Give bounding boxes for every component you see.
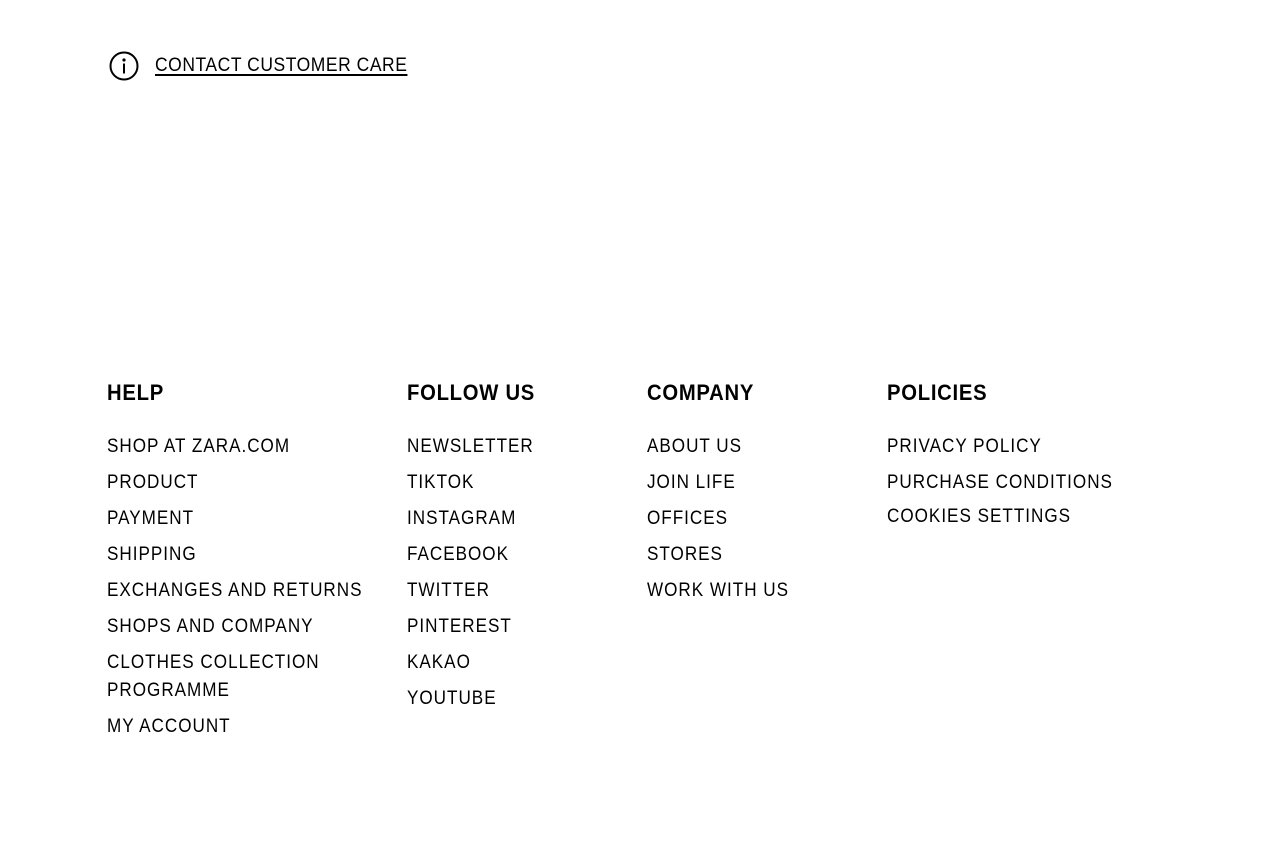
footer-link-kakao[interactable]: KAKAO bbox=[407, 649, 534, 677]
footer-heading-follow-us: FOLLOW US bbox=[407, 380, 536, 405]
footer-link-instagram[interactable]: INSTAGRAM bbox=[407, 505, 534, 533]
footer-column-policies: POLICIES PRIVACY POLICY PURCHASE CONDITI… bbox=[887, 378, 1138, 539]
footer-list-policies: PRIVACY POLICY PURCHASE CONDITIONS COOKI… bbox=[887, 433, 1138, 531]
footer-link-product[interactable]: PRODUCT bbox=[107, 469, 362, 497]
footer-link-twitter[interactable]: TWITTER bbox=[407, 577, 534, 605]
footer-heading-policies: POLICIES bbox=[887, 380, 988, 405]
contact-customer-care-label[interactable]: CONTACT CUSTOMER CARE bbox=[155, 55, 407, 77]
footer-link-clothes-collection-programme[interactable]: CLOTHES COLLECTION PROGRAMME bbox=[107, 649, 359, 705]
footer-link-payment[interactable]: PAYMENT bbox=[107, 505, 362, 533]
footer-link-shops-and-company[interactable]: SHOPS AND COMPANY bbox=[107, 613, 362, 641]
footer-column-help: HELP SHOP AT ZARA.COM PRODUCT PAYMENT SH… bbox=[107, 378, 391, 749]
footer-link-purchase-conditions[interactable]: PURCHASE CONDITIONS bbox=[887, 469, 1113, 497]
footer-link-tiktok[interactable]: TIKTOK bbox=[407, 469, 534, 497]
contact-customer-care-link[interactable]: CONTACT CUSTOMER CARE bbox=[109, 51, 429, 81]
footer-link-youtube[interactable]: YOUTUBE bbox=[407, 685, 534, 713]
footer-link-about-us[interactable]: ABOUT US bbox=[647, 433, 789, 461]
footer-link-privacy-policy[interactable]: PRIVACY POLICY bbox=[887, 433, 1113, 461]
footer-heading-company: COMPANY bbox=[647, 380, 755, 405]
info-icon bbox=[109, 51, 139, 81]
footer-list-company: ABOUT US JOIN LIFE OFFICES STORES WORK W… bbox=[647, 433, 805, 605]
footer-link-my-account[interactable]: MY ACCOUNT bbox=[107, 713, 362, 741]
footer-link-newsletter[interactable]: NEWSLETTER bbox=[407, 433, 534, 461]
footer-column-follow-us: FOLLOW US NEWSLETTER TIKTOK INSTAGRAM FA… bbox=[407, 378, 548, 721]
footer-link-pinterest[interactable]: PINTEREST bbox=[407, 613, 534, 641]
footer-link-facebook[interactable]: FACEBOOK bbox=[407, 541, 534, 569]
footer-link-stores[interactable]: STORES bbox=[647, 541, 789, 569]
footer-link-cookies-settings[interactable]: COOKIES SETTINGS bbox=[887, 503, 1113, 531]
footer-list-follow-us: NEWSLETTER TIKTOK INSTAGRAM FACEBOOK TWI… bbox=[407, 433, 548, 713]
footer-list-help: SHOP AT ZARA.COM PRODUCT PAYMENT SHIPPIN… bbox=[107, 433, 391, 741]
footer-link-work-with-us[interactable]: WORK WITH US bbox=[647, 577, 789, 605]
footer-link-exchanges-and-returns[interactable]: EXCHANGES AND RETURNS bbox=[107, 577, 362, 605]
footer-link-offices[interactable]: OFFICES bbox=[647, 505, 789, 533]
footer-link-shipping[interactable]: SHIPPING bbox=[107, 541, 362, 569]
footer-heading-help: HELP bbox=[107, 380, 164, 405]
footer-link-join-life[interactable]: JOIN LIFE bbox=[647, 469, 789, 497]
footer-column-company: COMPANY ABOUT US JOIN LIFE OFFICES STORE… bbox=[647, 378, 805, 613]
footer-link-shop-at-zara[interactable]: SHOP AT ZARA.COM bbox=[107, 433, 362, 461]
